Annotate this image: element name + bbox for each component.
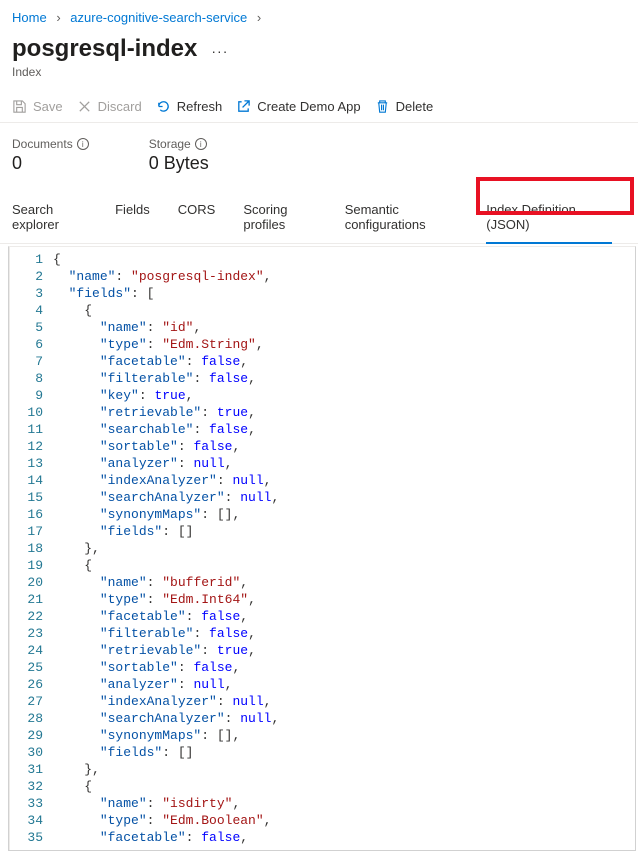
info-icon: i <box>195 138 207 150</box>
info-icon: i <box>77 138 89 150</box>
storage-value: 0 Bytes <box>149 153 209 174</box>
stats-row: Documentsi 0 Storagei 0 Bytes <box>0 123 638 184</box>
chevron-right-icon: › <box>56 10 60 25</box>
storage-stat: Storagei 0 Bytes <box>149 137 209 174</box>
trash-icon <box>375 99 390 114</box>
subtitle: Index <box>0 65 638 93</box>
chevron-right-icon: › <box>257 10 261 25</box>
tab-scoring[interactable]: Scoring profiles <box>243 196 330 243</box>
tab-cors[interactable]: CORS <box>178 196 230 243</box>
tab-json[interactable]: Index Definition (JSON) <box>486 196 612 244</box>
close-icon <box>77 99 92 114</box>
save-button[interactable]: Save <box>12 99 63 114</box>
breadcrumb-home[interactable]: Home <box>12 10 47 25</box>
create-demo-button[interactable]: Create Demo App <box>236 99 360 114</box>
docs-stat: Documentsi 0 <box>12 137 89 174</box>
docs-value: 0 <box>12 153 89 174</box>
breadcrumb: Home › azure-cognitive-search-service › <box>0 0 638 31</box>
tab-semantic[interactable]: Semantic configurations <box>345 196 473 243</box>
toolbar: Save Discard Refresh Create Demo App Del… <box>0 93 638 123</box>
code-content[interactable]: { "name": "posgresql-index", "fields": [… <box>53 247 635 850</box>
code-editor[interactable]: 1234567891011121314151617181920212223242… <box>8 246 636 851</box>
save-icon <box>12 99 27 114</box>
tab-search-explorer[interactable]: Search explorer <box>12 196 101 243</box>
more-icon[interactable]: ··· <box>211 43 228 59</box>
page-title: posgresql-index <box>12 35 197 63</box>
discard-button[interactable]: Discard <box>77 99 142 114</box>
tabs: Search explorer Fields CORS Scoring prof… <box>0 184 638 244</box>
tab-fields[interactable]: Fields <box>115 196 164 243</box>
external-link-icon <box>236 99 251 114</box>
delete-button[interactable]: Delete <box>375 99 434 114</box>
refresh-icon <box>156 99 171 114</box>
line-gutter: 1234567891011121314151617181920212223242… <box>9 247 53 850</box>
breadcrumb-service[interactable]: azure-cognitive-search-service <box>70 10 247 25</box>
refresh-button[interactable]: Refresh <box>156 99 223 114</box>
